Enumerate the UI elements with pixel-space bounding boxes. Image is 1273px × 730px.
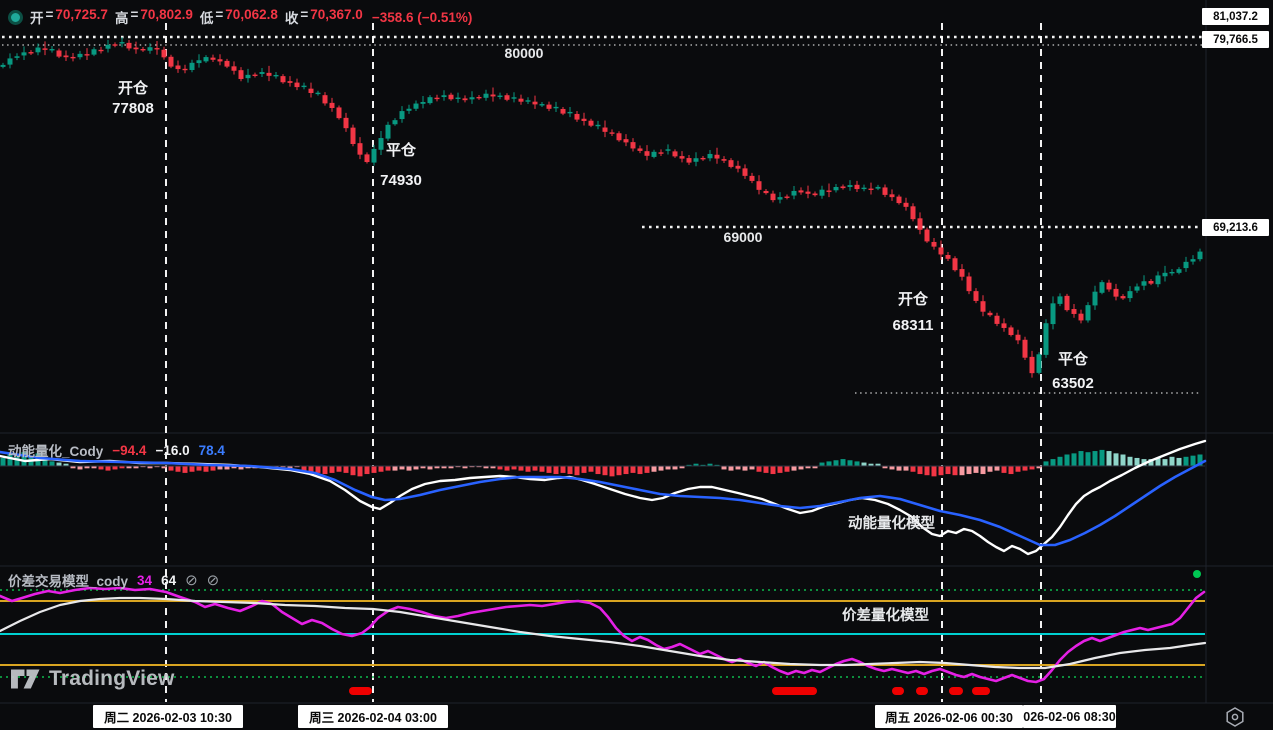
spread-flag-icon-2: ⊘: [207, 571, 220, 589]
time-axis-label: 周三 2026-02-04 03:00: [298, 705, 448, 728]
price-axis-label: 81,037.2: [1202, 8, 1269, 25]
trade-action-label: 开仓: [118, 77, 148, 98]
time-axis-label: 026-02-06 08:30: [1023, 705, 1116, 728]
spread-pane-header: 价差交易模型_cody 34 64 ⊘ ⊘: [8, 570, 219, 590]
momentum-model-label: 动能量化模型: [848, 512, 935, 533]
candles-layer: [1, 37, 1203, 378]
spread-value-1: 34: [137, 573, 152, 588]
time-axis-label: 周五 2026-02-06 00:30: [875, 705, 1023, 728]
spread-flag-icon-1: ⊘: [185, 571, 198, 589]
time-axis-label: 周二 2026-02-03 10:30: [93, 705, 243, 728]
timezone-settings-icon[interactable]: [1221, 703, 1248, 730]
tradingview-logo-icon: [10, 666, 41, 692]
low-value: 70,062.8: [225, 7, 278, 27]
price-axis-label: 79,766.5: [1202, 31, 1269, 48]
momentum-value-2: −16.0: [155, 443, 189, 458]
momentum-indicator-title[interactable]: 动能量化_Cody: [8, 440, 103, 460]
series-toggle-icon[interactable]: [8, 10, 23, 25]
momentum-value-3: 78.4: [199, 443, 225, 458]
trade-price-label: 74930: [380, 172, 422, 189]
tradingview-chart-window: 开=70,725.7 高=70,802.9 低=70,062.8 收=70,36…: [0, 0, 1273, 730]
spread-hlines-layer: [0, 590, 1205, 677]
momentum-value-1: −94.4: [112, 443, 146, 458]
close-label: 收: [285, 7, 299, 27]
tradingview-logo-text: TradingView: [49, 667, 175, 691]
momentum-pane-header: 动能量化_Cody −94.4 −16.0 78.4: [8, 440, 225, 460]
spread-value-2: 64: [161, 573, 176, 588]
ohlc-legend: 开=70,725.7 高=70,802.9 低=70,062.8 收=70,36…: [8, 7, 472, 27]
trade-action-label: 平仓: [386, 139, 416, 160]
trade-action-label: 开仓: [898, 288, 928, 309]
trade-price-label: 63502: [1052, 375, 1094, 392]
trade-price-label: 77808: [112, 100, 154, 117]
close-value: 70,367.0: [310, 7, 363, 27]
trade-price-label: 68311: [893, 317, 934, 334]
spread-model-label: 价差量化模型: [842, 604, 929, 625]
change-value: −358.6 (−0.51%): [372, 10, 473, 25]
price-axis-label: 69,213.6: [1202, 219, 1269, 236]
high-value: 70,802.9: [140, 7, 193, 27]
open-label: 开: [30, 7, 44, 27]
low-label: 低: [200, 7, 214, 27]
spread-indicator-title[interactable]: 价差交易模型_cody: [8, 570, 128, 590]
price-level-label: 80000: [505, 45, 544, 61]
price-level-label: 69000: [724, 229, 763, 245]
high-label: 高: [115, 7, 129, 27]
tradingview-logo[interactable]: TradingView: [10, 666, 175, 692]
open-value: 70,725.7: [55, 7, 108, 27]
trade-action-label: 平仓: [1058, 348, 1088, 369]
